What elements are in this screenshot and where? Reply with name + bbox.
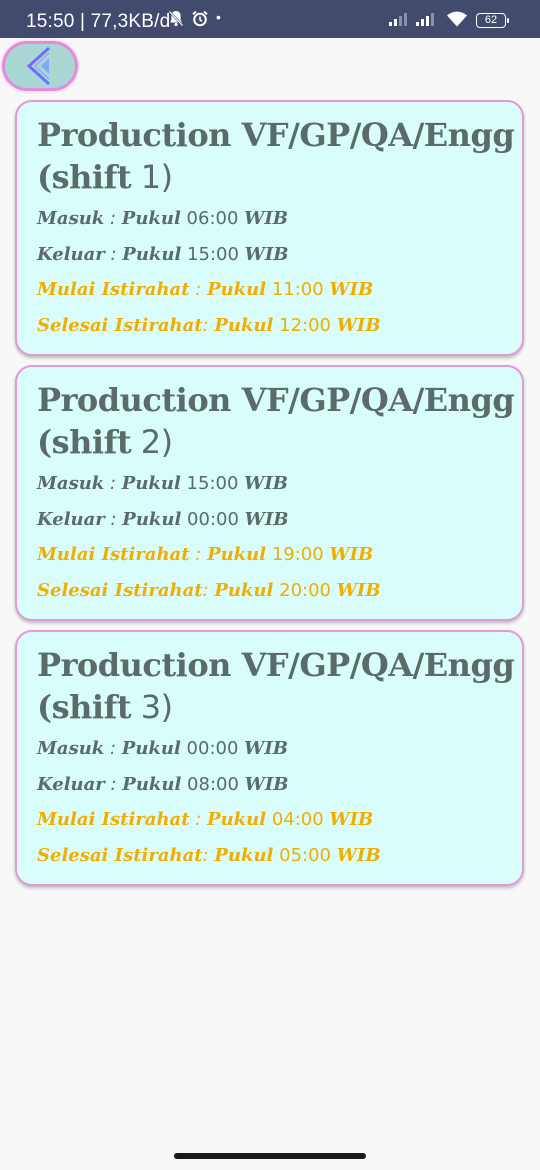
signal-2-icon bbox=[416, 13, 434, 26]
shift-title: Production VF/GP/QA/Engg (shift 2) bbox=[37, 381, 515, 461]
keluar-row: Keluar : Pukul 08:00 WIB bbox=[37, 774, 289, 795]
shift-card[interactable]: Production VF/GP/QA/Engg (shift 2) Masuk… bbox=[15, 365, 524, 621]
alarm-clock-icon bbox=[192, 10, 208, 27]
status-notification-icons bbox=[168, 10, 208, 27]
selesai-istirahat-row: Selesai Istirahat: Pukul 12:00 WIB bbox=[37, 315, 381, 336]
wifi-icon bbox=[447, 11, 467, 27]
masuk-row: Masuk : Pukul 06:00 WIB bbox=[37, 208, 289, 229]
battery-icon: 62 bbox=[476, 13, 509, 28]
signal-1-icon bbox=[389, 13, 407, 26]
shift-title: Production VF/GP/QA/Engg (shift 3) bbox=[37, 646, 515, 726]
keluar-row: Keluar : Pukul 00:00 WIB bbox=[37, 509, 289, 530]
status-time: 15:50 | 77,3KB/d bbox=[26, 11, 171, 32]
home-indicator[interactable] bbox=[174, 1153, 366, 1159]
shift-title: Production VF/GP/QA/Engg (shift 1) bbox=[37, 116, 515, 196]
selesai-istirahat-row: Selesai Istirahat: Pukul 20:00 WIB bbox=[37, 580, 381, 601]
mulai-istirahat-row: Mulai Istirahat : Pukul 04:00 WIB bbox=[37, 809, 374, 830]
keluar-row: Keluar : Pukul 15:00 WIB bbox=[37, 244, 289, 265]
back-button[interactable] bbox=[2, 41, 78, 91]
mulai-istirahat-row: Mulai Istirahat : Pukul 11:00 WIB bbox=[37, 279, 374, 300]
shift-card[interactable]: Production VF/GP/QA/Engg (shift 3) Masuk… bbox=[15, 630, 524, 886]
shift-card[interactable]: Production VF/GP/QA/Engg (shift 1) Masuk… bbox=[15, 100, 524, 356]
masuk-row: Masuk : Pukul 00:00 WIB bbox=[37, 738, 289, 759]
notification-dot-icon: • bbox=[216, 9, 221, 25]
mulai-istirahat-row: Mulai Istirahat : Pukul 19:00 WIB bbox=[37, 544, 374, 565]
status-bar: 15:50 | 77,3KB/d • 62 bbox=[0, 0, 540, 38]
masuk-row: Masuk : Pukul 15:00 WIB bbox=[37, 473, 289, 494]
back-chevron-icon bbox=[26, 46, 51, 86]
selesai-istirahat-row: Selesai Istirahat: Pukul 05:00 WIB bbox=[37, 845, 381, 866]
muted-bell-icon bbox=[168, 10, 184, 27]
